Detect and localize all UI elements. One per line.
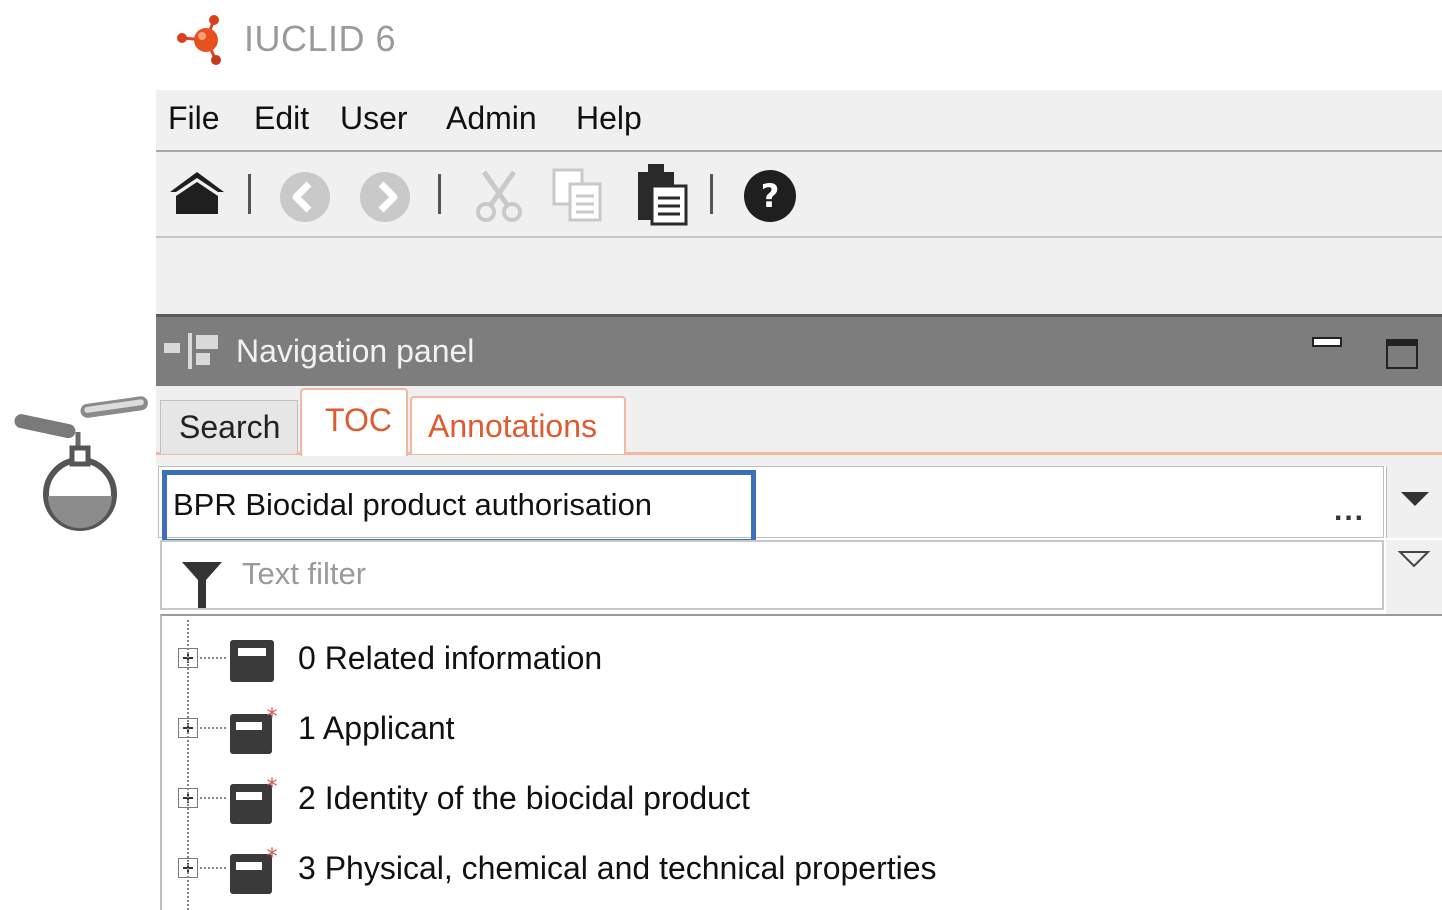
app-title: IUCLID 6: [244, 18, 397, 59]
minimize-icon[interactable]: [1312, 337, 1342, 349]
tab-search[interactable]: Search: [160, 400, 298, 454]
filter-options-icon: [1397, 551, 1431, 568]
help-icon[interactable]: ?: [742, 168, 798, 224]
chevron-down-icon: [1401, 492, 1429, 506]
toolbar: ?: [156, 152, 1442, 238]
menu-bar: File Edit User Admin Help: [156, 90, 1442, 152]
svg-text:*: *: [267, 706, 278, 730]
text-filter-field[interactable]: Text filter: [160, 540, 1384, 610]
svg-text:*: *: [267, 846, 278, 870]
section-folder-icon: [230, 640, 274, 682]
svg-text:*: *: [267, 776, 278, 800]
tree-item[interactable]: * 2 Identity of the biocidal product: [162, 762, 1442, 824]
tree-connector: [200, 797, 226, 799]
cut-icon[interactable]: [470, 166, 528, 224]
text-filter-placeholder: Text filter: [242, 556, 367, 591]
back-icon[interactable]: [278, 170, 332, 224]
tree-connector: [200, 867, 226, 869]
navigation-panel-icon: [164, 333, 218, 369]
tree-connector: [200, 657, 226, 659]
menu-user[interactable]: User: [340, 100, 408, 137]
maximize-icon[interactable]: [1386, 339, 1418, 369]
template-more-button[interactable]: ...: [1334, 494, 1365, 528]
empty-toolbar-strip: [156, 238, 1442, 314]
home-icon[interactable]: [166, 168, 228, 218]
iuclid-logo-icon: [177, 15, 221, 65]
tree-item-label: 0 Related information: [298, 640, 603, 676]
toc-tree: 0 Related information * 1 Applicant * 2 …: [160, 614, 1442, 910]
svg-text:?: ?: [761, 177, 780, 215]
required-section-folder-icon: *: [230, 706, 278, 754]
toolbar-separator: [248, 174, 251, 214]
tree-item[interactable]: 0 Related information: [162, 622, 1442, 682]
tab-annotations[interactable]: Annotations: [410, 396, 626, 454]
menu-file[interactable]: File: [168, 100, 220, 137]
tree-item[interactable]: * 1 Applicant: [162, 692, 1442, 754]
tree-item-label: 3 Physical, chemical and technical prope…: [298, 850, 937, 886]
navigation-panel-title: Navigation panel: [236, 333, 475, 369]
menu-help[interactable]: Help: [576, 100, 642, 137]
filter-options-button[interactable]: [1386, 540, 1442, 614]
filter-icon: [182, 562, 222, 608]
toolbar-separator: [438, 174, 441, 214]
tree-item-label: 1 Applicant: [298, 710, 455, 746]
navigation-panel-header: Navigation panel: [156, 314, 1442, 386]
toolbar-separator: [710, 174, 713, 214]
flask-icon: [14, 396, 148, 531]
required-section-folder-icon: *: [230, 776, 278, 824]
menu-admin[interactable]: Admin: [446, 100, 537, 137]
tree-connector: [200, 727, 226, 729]
forward-icon[interactable]: [358, 170, 412, 224]
template-highlight-box: [162, 470, 756, 544]
tree-item[interactable]: * 3 Physical, chemical and technical pro…: [162, 832, 1442, 894]
tree-item-label: 2 Identity of the biocidal product: [298, 780, 750, 816]
copy-icon[interactable]: [550, 166, 608, 224]
paste-icon[interactable]: [632, 160, 692, 226]
required-section-folder-icon: *: [230, 846, 278, 894]
menu-edit[interactable]: Edit: [254, 100, 309, 137]
template-dropdown-button[interactable]: [1386, 466, 1442, 538]
tree-connector-line: [187, 620, 189, 910]
tab-toc[interactable]: TOC: [300, 388, 408, 456]
